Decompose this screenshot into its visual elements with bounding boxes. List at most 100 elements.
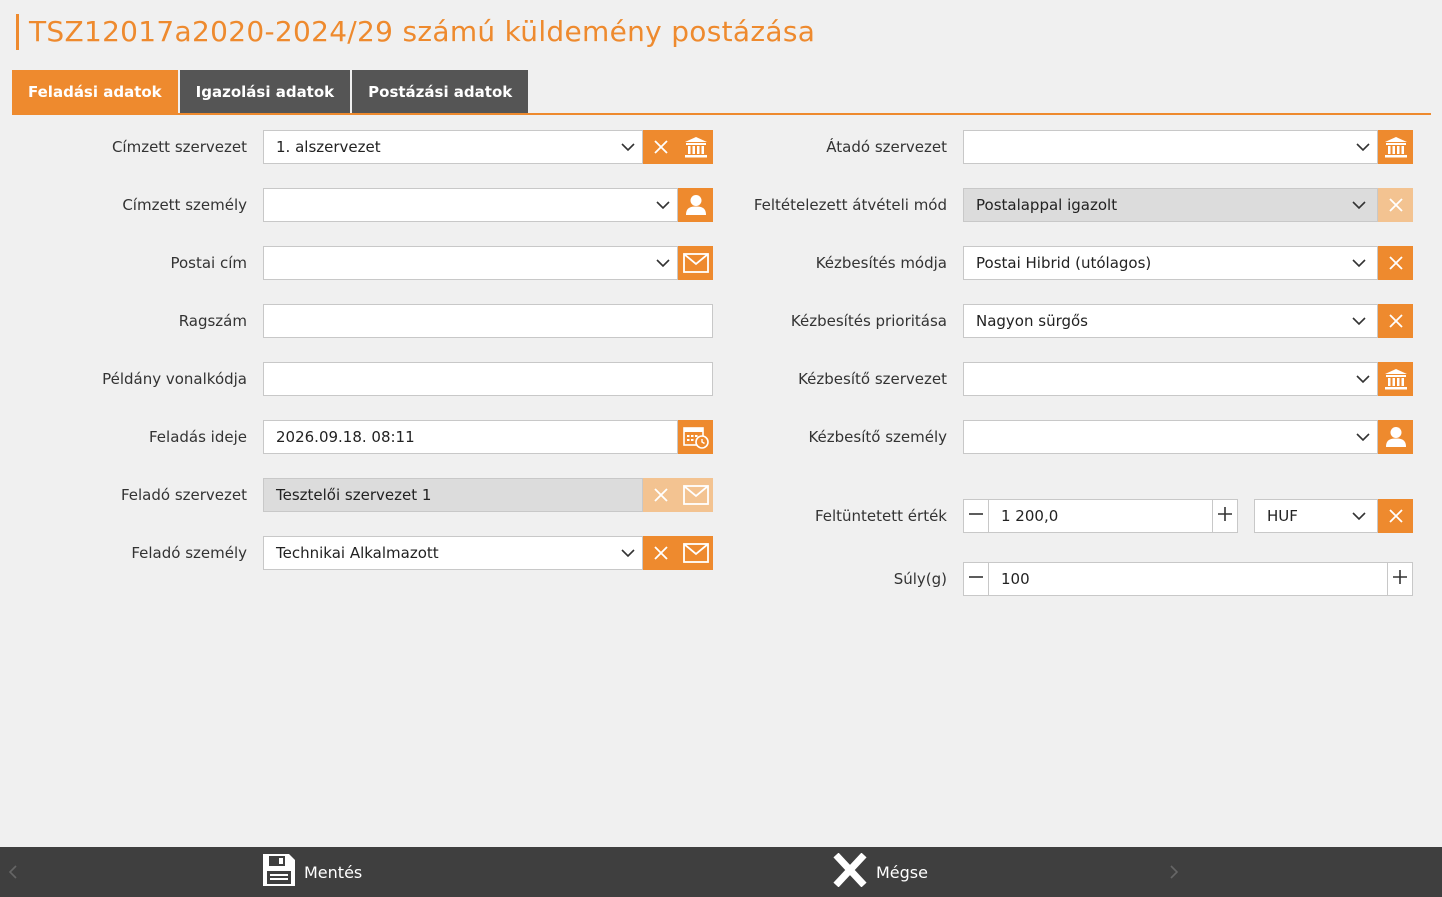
atado-szervezet-label: Átadó szervezet (826, 138, 947, 156)
close-icon (1388, 509, 1403, 523)
kezbesito-szemely-select[interactable] (963, 420, 1378, 454)
feltuntetett-ertek-label: Feltüntetett érték (814, 507, 947, 525)
tab-igazolasi-adatok[interactable]: Igazolási adatok (179, 70, 351, 113)
decrement-button[interactable] (963, 562, 989, 596)
close-icon (1388, 198, 1403, 212)
close-icon (653, 140, 668, 154)
ragszam-input[interactable] (263, 304, 713, 338)
atveteli-mod-value: Postalappal igazolt (976, 196, 1118, 214)
kezbesites-modja-select[interactable]: Postai Hibrid (utólagos) (963, 246, 1378, 280)
suly-input[interactable]: 100 (988, 562, 1388, 596)
felado-szemely-label: Feladó személy (131, 544, 247, 562)
postai-cim-label: Postai cím (170, 254, 247, 272)
postai-cim-select[interactable] (263, 246, 678, 280)
chevron-left-icon[interactable] (8, 864, 18, 880)
minus-icon (968, 569, 984, 589)
increment-button[interactable] (1387, 562, 1413, 596)
chevron-down-icon (1345, 189, 1373, 221)
close-icon (832, 852, 868, 891)
felado-szemely-select[interactable]: Technikai Alkalmazott (263, 536, 643, 570)
clear-button[interactable] (1378, 499, 1413, 533)
tab-bar: Feladási adatok Igazolási adatok Postázá… (12, 70, 530, 113)
feladas-ideje-input[interactable]: 2026.09.18. 08:11 (263, 420, 678, 454)
chevron-down-icon (614, 131, 642, 163)
decrement-button[interactable] (963, 499, 989, 533)
tab-feladasi-adatok[interactable]: Feladási adatok (12, 70, 178, 113)
cimzett-szervezet-value: 1. alszervezet (276, 138, 381, 156)
address-lookup-button[interactable] (678, 246, 713, 280)
clear-button[interactable] (643, 536, 678, 570)
close-icon (653, 488, 668, 502)
felado-szervezet-field: Tesztelői szervezet 1 (263, 478, 643, 512)
peldany-vonalkodja-input[interactable] (263, 362, 713, 396)
kezbesito-szervezet-label: Kézbesítő szervezet (798, 370, 947, 388)
clear-button[interactable] (1378, 304, 1413, 338)
kezbesito-szemely-label: Kézbesítő személy (808, 428, 947, 446)
cimzett-szemely-select[interactable] (263, 188, 678, 222)
cimzett-szervezet-label: Címzett szervezet (111, 138, 247, 156)
ragszam-label: Ragszám (178, 312, 247, 330)
felado-szemely-value: Technikai Alkalmazott (276, 544, 439, 562)
currency-select[interactable]: HUF (1254, 499, 1378, 533)
minus-icon (968, 506, 984, 526)
floppy-disk-icon (262, 853, 296, 891)
suly-label: Súly(g) (893, 570, 947, 588)
chevron-right-icon[interactable] (1169, 864, 1179, 880)
kezbesites-modja-label: Kézbesítés módja (815, 254, 947, 272)
cancel-button-label: Mégse (876, 862, 928, 882)
organization-lookup-button[interactable] (1378, 362, 1413, 396)
organization-lookup-button[interactable] (678, 130, 713, 164)
kezbesito-szervezet-select[interactable] (963, 362, 1378, 396)
close-icon (1388, 256, 1403, 270)
feltuntetett-ertek-input[interactable]: 1 200,0 (988, 499, 1213, 533)
save-button-label: Mentés (304, 862, 363, 882)
clear-button-disabled (1378, 188, 1413, 222)
cimzett-szervezet-select[interactable]: 1. alszervezet (263, 130, 643, 164)
kezbesites-modja-value: Postai Hibrid (utólagos) (976, 254, 1152, 272)
person-icon (1385, 426, 1407, 448)
plus-icon (1217, 506, 1233, 526)
currency-value: HUF (1267, 507, 1298, 525)
feladas-ideje-label: Feladás ideje (148, 428, 247, 446)
date-picker-button[interactable] (678, 420, 713, 454)
atado-szervezet-select[interactable] (963, 130, 1378, 164)
person-lookup-button[interactable] (1378, 420, 1413, 454)
atveteli-mod-label: Feltételezett átvételi mód (753, 196, 947, 214)
envelope-icon (682, 485, 709, 505)
plus-icon (1392, 569, 1408, 589)
building-icon (684, 136, 708, 158)
close-icon (653, 546, 668, 560)
envelope-icon (682, 253, 709, 273)
address-button-disabled (678, 478, 713, 512)
organization-lookup-button[interactable] (1378, 130, 1413, 164)
clear-button[interactable] (643, 130, 678, 164)
person-lookup-button[interactable] (678, 188, 713, 222)
address-lookup-button[interactable] (678, 536, 713, 570)
peldany-vonalkodja-label: Példány vonalkódja (102, 370, 247, 388)
chevron-down-icon (1349, 363, 1377, 395)
page-title: TSZ12017a2020-2024/29 számú küldemény po… (29, 15, 816, 48)
cimzett-szemely-label: Címzett személy (122, 196, 247, 214)
chevron-down-icon (649, 189, 677, 221)
chevron-down-icon (1349, 421, 1377, 453)
close-icon (1388, 314, 1403, 328)
footer-bar: Mentés Mégse (0, 847, 1442, 897)
increment-button[interactable] (1212, 499, 1238, 533)
atveteli-mod-select: Postalappal igazolt (963, 188, 1378, 222)
chevron-down-icon (614, 537, 642, 569)
calendar-clock-icon (682, 425, 709, 449)
clear-button-disabled (643, 478, 678, 512)
chevron-down-icon (1345, 500, 1373, 532)
building-icon (1384, 136, 1408, 158)
felado-szervezet-label: Feladó szervezet (120, 486, 247, 504)
envelope-icon (682, 543, 709, 563)
page-title-bar: TSZ12017a2020-2024/29 számú küldemény po… (16, 14, 815, 50)
cancel-button[interactable]: Mégse (832, 847, 928, 897)
tab-postazasi-adatok[interactable]: Postázási adatok (352, 70, 529, 113)
kezbesites-prioritasa-select[interactable]: Nagyon sürgős (963, 304, 1378, 338)
clear-button[interactable] (1378, 246, 1413, 280)
building-icon (1384, 368, 1408, 390)
chevron-down-icon (649, 247, 677, 279)
chevron-down-icon (1349, 131, 1377, 163)
save-button[interactable]: Mentés (262, 847, 362, 897)
